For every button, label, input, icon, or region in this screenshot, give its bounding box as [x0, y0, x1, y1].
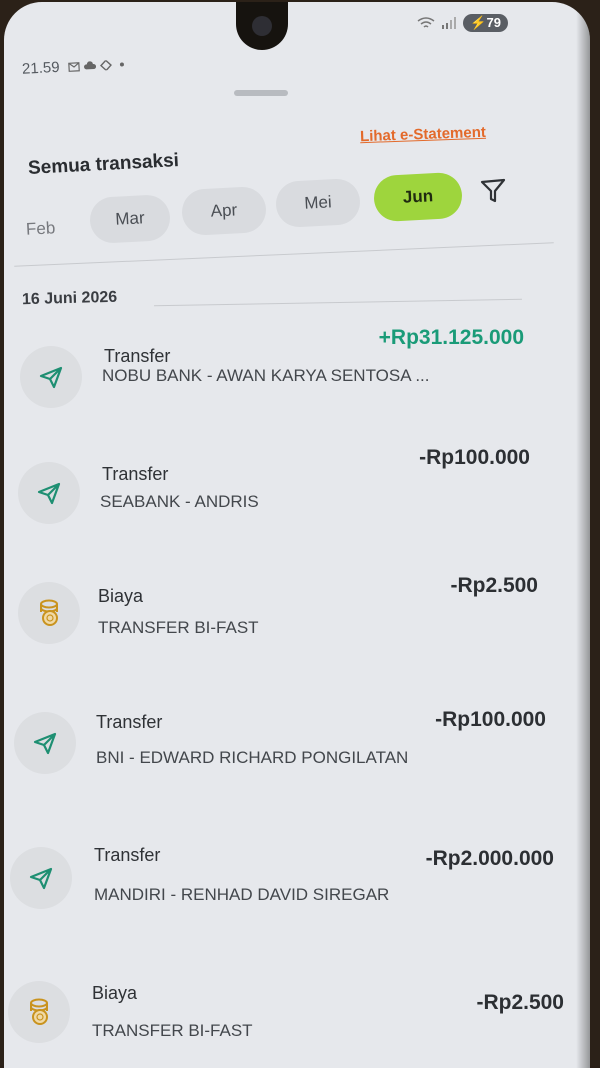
transaction-icon-circle	[20, 346, 82, 408]
charging-icon: ⚡	[470, 15, 487, 30]
transaction-icon-circle	[10, 847, 72, 909]
send-icon	[37, 482, 61, 505]
send-icon	[39, 366, 63, 389]
transaction-row[interactable]: Biaya TRANSFER BI-FAST -Rp2.500	[4, 572, 590, 682]
status-time: 21.59	[21, 58, 61, 78]
filter-icon[interactable]	[478, 176, 508, 206]
location-icon	[99, 59, 112, 71]
transaction-type: Transfer	[96, 712, 163, 732]
date-header: 16 Juni 2026	[21, 288, 118, 309]
transaction-description: TRANSFER BI-FAST	[92, 1021, 253, 1040]
transaction-amount: -Rp2.000.000	[425, 847, 554, 870]
transaction-description: MANDIRI - RENHAD DAVID SIREGAR	[94, 885, 390, 904]
transaction-type: Biaya	[98, 586, 144, 606]
transaction-type: Biaya	[92, 983, 138, 1003]
status-time-area: 21.59	[22, 55, 128, 78]
transaction-icon-circle	[18, 582, 80, 644]
header-divider	[14, 242, 554, 267]
transaction-description: BNI - EDWARD RICHARD PONGILATAN	[96, 748, 409, 767]
status-bar: 21.59 ⚡79	[4, 2, 590, 82]
status-right-icons: ⚡79	[417, 14, 508, 32]
battery-level: 79	[486, 15, 501, 30]
screen-edge-shadow	[576, 2, 590, 1068]
tab-month-mei[interactable]: Mei	[274, 177, 362, 229]
gmail-icon	[67, 61, 80, 72]
transaction-description: NOBU BANK - AWAN KARYA SENTOSA ...	[102, 366, 430, 385]
sheet-drag-handle[interactable]	[234, 90, 288, 96]
transaction-amount: -Rp2.500	[450, 574, 538, 597]
send-icon	[33, 732, 57, 755]
transaction-amount: -Rp100.000	[435, 708, 546, 731]
transaction-amount: -Rp100.000	[419, 446, 530, 469]
transaction-description: TRANSFER BI-FAST	[98, 618, 259, 637]
status-notification-icons	[67, 59, 127, 72]
tab-month-mar[interactable]: Mar	[88, 193, 172, 245]
page-title: Semua transaksi	[27, 150, 180, 179]
tab-month-jun[interactable]: Jun	[372, 171, 464, 223]
transaction-description: SEABANK - ANDRIS	[100, 492, 259, 511]
dot-icon	[119, 62, 124, 67]
date-divider	[154, 298, 522, 307]
transaction-amount: -Rp2.500	[476, 991, 564, 1014]
transaction-icon-circle	[14, 712, 76, 774]
transaction-row[interactable]: Biaya TRANSFER BI-FAST -Rp2.500	[4, 967, 590, 1068]
tab-month-apr[interactable]: Apr	[180, 185, 268, 237]
transaction-icon-circle	[8, 981, 70, 1043]
transaction-type: Transfer	[94, 845, 161, 865]
transaction-row[interactable]: Transfer SEABANK - ANDRIS -Rp100.000	[4, 446, 590, 562]
app-screen: 21.59 ⚡79 Lihat e-Statement Semua transa…	[4, 2, 590, 1068]
battery-indicator: ⚡79	[463, 14, 508, 32]
transaction-row[interactable]: Transfer MANDIRI - RENHAD DAVID SIREGAR -R…	[4, 837, 590, 947]
fee-coins-icon	[30, 998, 48, 1025]
tab-month-feb[interactable]: Feb	[7, 204, 75, 253]
wifi-icon	[417, 17, 435, 28]
transaction-icon-circle	[18, 462, 80, 524]
transaction-row[interactable]: Transfer NOBU BANK - AWAN KARYA SENTOSA .…	[4, 326, 590, 442]
send-icon	[29, 867, 53, 890]
phone-frame: 21.59 ⚡79 Lihat e-Statement Semua transa…	[0, 0, 600, 1068]
transaction-row[interactable]: Transfer BNI - EDWARD RICHARD PONGILATAN -…	[4, 702, 590, 812]
fee-coins-icon	[40, 599, 58, 626]
transaction-type: Transfer	[104, 346, 171, 366]
e-statement-link[interactable]: Lihat e-Statement	[360, 124, 486, 145]
transaction-type: Transfer	[102, 464, 169, 484]
transaction-amount: +Rp31.125.000	[378, 326, 524, 349]
signal-icon	[442, 17, 457, 29]
cloud-icon	[83, 60, 96, 69]
